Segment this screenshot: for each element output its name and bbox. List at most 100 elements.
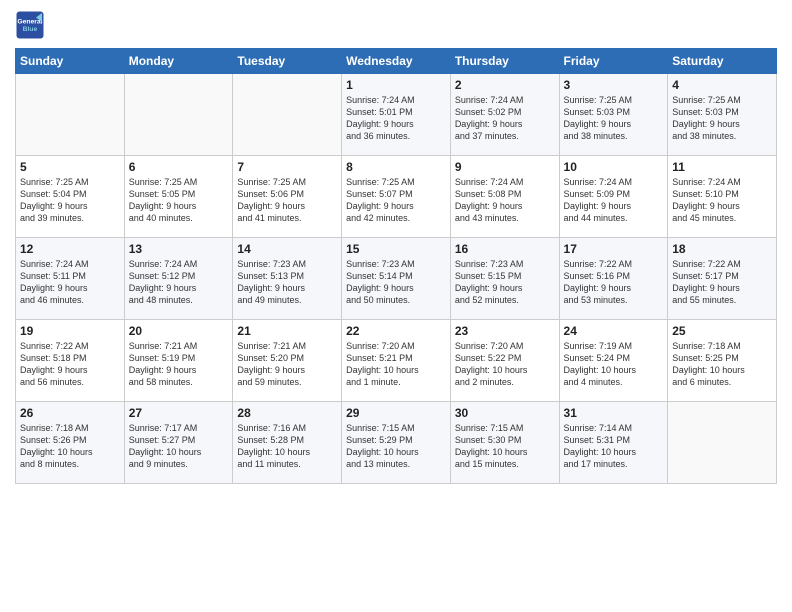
calendar-cell: 3Sunrise: 7:25 AM Sunset: 5:03 PM Daylig… [559, 74, 668, 156]
weekday-header-wednesday: Wednesday [342, 49, 451, 74]
cell-content: Sunrise: 7:15 AM Sunset: 5:29 PM Dayligh… [346, 422, 446, 471]
calendar-cell: 23 Sunrise: 7:20 AM Sunset: 5:22 PM Dayli… [450, 320, 559, 402]
day-number: 30 [455, 406, 555, 420]
calendar-cell: 22 Sunrise: 7:20 AM Sunset: 5:21 PM Dayli… [342, 320, 451, 402]
calendar-cell: 14 Sunrise: 7:23 AM Sunset: 5:13 PM Dayli… [233, 238, 342, 320]
cell-content: Sunrise: 7:15 AM Sunset: 5:30 PM Dayligh… [455, 422, 555, 471]
cell-content: Sunrise: 7:21 AM Sunset: 5:19 PM Dayligh… [129, 340, 229, 389]
day-number: 5 [20, 160, 120, 174]
calendar-cell: 19 Sunrise: 7:22 AM Sunset: 5:18 PM Dayli… [16, 320, 125, 402]
logo-icon: General Blue [15, 10, 45, 40]
calendar-cell [233, 74, 342, 156]
day-number: 2 [455, 78, 555, 92]
week-row-4: 19 Sunrise: 7:22 AM Sunset: 5:18 PM Dayli… [16, 320, 777, 402]
day-number: 31 [564, 406, 664, 420]
cell-content: Sunrise: 7:24 AM Sunset: 5:08 PM Dayligh… [455, 176, 555, 225]
calendar-cell: 17 Sunrise: 7:22 AM Sunset: 5:16 PM Dayli… [559, 238, 668, 320]
day-number: 28 [237, 406, 337, 420]
calendar-cell: 25 Sunrise: 7:18 AM Sunset: 5:25 PM Dayli… [668, 320, 777, 402]
day-number: 8 [346, 160, 446, 174]
weekday-header-thursday: Thursday [450, 49, 559, 74]
calendar-cell: 29Sunrise: 7:15 AM Sunset: 5:29 PM Dayli… [342, 402, 451, 484]
cell-content: Sunrise: 7:20 AM Sunset: 5:21 PM Dayligh… [346, 340, 446, 389]
day-number: 18 [672, 242, 772, 256]
weekday-header-saturday: Saturday [668, 49, 777, 74]
day-number: 11 [672, 160, 772, 174]
cell-content: Sunrise: 7:21 AM Sunset: 5:20 PM Dayligh… [237, 340, 337, 389]
day-number: 15 [346, 242, 446, 256]
cell-content: Sunrise: 7:25 AM Sunset: 5:06 PM Dayligh… [237, 176, 337, 225]
calendar-cell: 26Sunrise: 7:18 AM Sunset: 5:26 PM Dayli… [16, 402, 125, 484]
calendar-cell: 21 Sunrise: 7:21 AM Sunset: 5:20 PM Dayli… [233, 320, 342, 402]
calendar-cell: 20 Sunrise: 7:21 AM Sunset: 5:19 PM Dayli… [124, 320, 233, 402]
cell-content: Sunrise: 7:24 AM Sunset: 5:12 PM Dayligh… [129, 258, 229, 307]
day-number: 16 [455, 242, 555, 256]
day-number: 1 [346, 78, 446, 92]
weekday-header-monday: Monday [124, 49, 233, 74]
calendar-cell: 18Sunrise: 7:22 AM Sunset: 5:17 PM Dayli… [668, 238, 777, 320]
calendar-cell: 24Sunrise: 7:19 AM Sunset: 5:24 PM Dayli… [559, 320, 668, 402]
cell-content: Sunrise: 7:22 AM Sunset: 5:18 PM Dayligh… [20, 340, 120, 389]
cell-content: Sunrise: 7:18 AM Sunset: 5:25 PM Dayligh… [672, 340, 772, 389]
calendar-cell: 5Sunrise: 7:25 AM Sunset: 5:04 PM Daylig… [16, 156, 125, 238]
calendar-cell: 11 Sunrise: 7:24 AM Sunset: 5:10 PM Dayli… [668, 156, 777, 238]
day-number: 13 [129, 242, 229, 256]
calendar-page: General Blue SundayMondayTuesdayWednesda… [0, 0, 792, 612]
cell-content: Sunrise: 7:16 AM Sunset: 5:28 PM Dayligh… [237, 422, 337, 471]
cell-content: Sunrise: 7:25 AM Sunset: 5:03 PM Dayligh… [564, 94, 664, 143]
calendar-cell: 2 Sunrise: 7:24 AM Sunset: 5:02 PM Daylig… [450, 74, 559, 156]
calendar-cell [668, 402, 777, 484]
calendar-cell: 9Sunrise: 7:24 AM Sunset: 5:08 PM Daylig… [450, 156, 559, 238]
cell-content: Sunrise: 7:24 AM Sunset: 5:01 PM Dayligh… [346, 94, 446, 143]
calendar-cell: 27 Sunrise: 7:17 AM Sunset: 5:27 PM Dayli… [124, 402, 233, 484]
calendar-cell [124, 74, 233, 156]
cell-content: Sunrise: 7:20 AM Sunset: 5:22 PM Dayligh… [455, 340, 555, 389]
day-number: 27 [129, 406, 229, 420]
cell-content: Sunrise: 7:24 AM Sunset: 5:10 PM Dayligh… [672, 176, 772, 225]
calendar-cell: 28 Sunrise: 7:16 AM Sunset: 5:28 PM Dayli… [233, 402, 342, 484]
calendar-cell: 8 Sunrise: 7:25 AM Sunset: 5:07 PM Daylig… [342, 156, 451, 238]
calendar-cell: 7 Sunrise: 7:25 AM Sunset: 5:06 PM Daylig… [233, 156, 342, 238]
week-row-3: 12Sunrise: 7:24 AM Sunset: 5:11 PM Dayli… [16, 238, 777, 320]
day-number: 21 [237, 324, 337, 338]
day-number: 23 [455, 324, 555, 338]
day-number: 6 [129, 160, 229, 174]
weekday-header-friday: Friday [559, 49, 668, 74]
calendar-table: SundayMondayTuesdayWednesdayThursdayFrid… [15, 48, 777, 484]
calendar-cell: 12Sunrise: 7:24 AM Sunset: 5:11 PM Dayli… [16, 238, 125, 320]
svg-text:Blue: Blue [23, 26, 38, 33]
cell-content: Sunrise: 7:17 AM Sunset: 5:27 PM Dayligh… [129, 422, 229, 471]
cell-content: Sunrise: 7:19 AM Sunset: 5:24 PM Dayligh… [564, 340, 664, 389]
calendar-cell: 31 Sunrise: 7:14 AM Sunset: 5:31 PM Dayli… [559, 402, 668, 484]
day-number: 26 [20, 406, 120, 420]
day-number: 22 [346, 324, 446, 338]
day-number: 12 [20, 242, 120, 256]
calendar-cell: 16Sunrise: 7:23 AM Sunset: 5:15 PM Dayli… [450, 238, 559, 320]
calendar-cell: 10 Sunrise: 7:24 AM Sunset: 5:09 PM Dayli… [559, 156, 668, 238]
calendar-cell: 4Sunrise: 7:25 AM Sunset: 5:03 PM Daylig… [668, 74, 777, 156]
day-number: 17 [564, 242, 664, 256]
cell-content: Sunrise: 7:22 AM Sunset: 5:16 PM Dayligh… [564, 258, 664, 307]
cell-content: Sunrise: 7:25 AM Sunset: 5:03 PM Dayligh… [672, 94, 772, 143]
day-number: 19 [20, 324, 120, 338]
week-row-5: 26Sunrise: 7:18 AM Sunset: 5:26 PM Dayli… [16, 402, 777, 484]
cell-content: Sunrise: 7:14 AM Sunset: 5:31 PM Dayligh… [564, 422, 664, 471]
logo: General Blue [15, 10, 49, 40]
day-number: 14 [237, 242, 337, 256]
cell-content: Sunrise: 7:25 AM Sunset: 5:07 PM Dayligh… [346, 176, 446, 225]
day-number: 20 [129, 324, 229, 338]
cell-content: Sunrise: 7:25 AM Sunset: 5:05 PM Dayligh… [129, 176, 229, 225]
weekday-header-row: SundayMondayTuesdayWednesdayThursdayFrid… [16, 49, 777, 74]
calendar-cell: 15 Sunrise: 7:23 AM Sunset: 5:14 PM Dayli… [342, 238, 451, 320]
day-number: 25 [672, 324, 772, 338]
week-row-1: 1 Sunrise: 7:24 AM Sunset: 5:01 PM Daylig… [16, 74, 777, 156]
weekday-header-sunday: Sunday [16, 49, 125, 74]
day-number: 10 [564, 160, 664, 174]
calendar-cell [16, 74, 125, 156]
cell-content: Sunrise: 7:23 AM Sunset: 5:14 PM Dayligh… [346, 258, 446, 307]
day-number: 7 [237, 160, 337, 174]
weekday-header-tuesday: Tuesday [233, 49, 342, 74]
cell-content: Sunrise: 7:24 AM Sunset: 5:09 PM Dayligh… [564, 176, 664, 225]
cell-content: Sunrise: 7:24 AM Sunset: 5:02 PM Dayligh… [455, 94, 555, 143]
cell-content: Sunrise: 7:23 AM Sunset: 5:13 PM Dayligh… [237, 258, 337, 307]
